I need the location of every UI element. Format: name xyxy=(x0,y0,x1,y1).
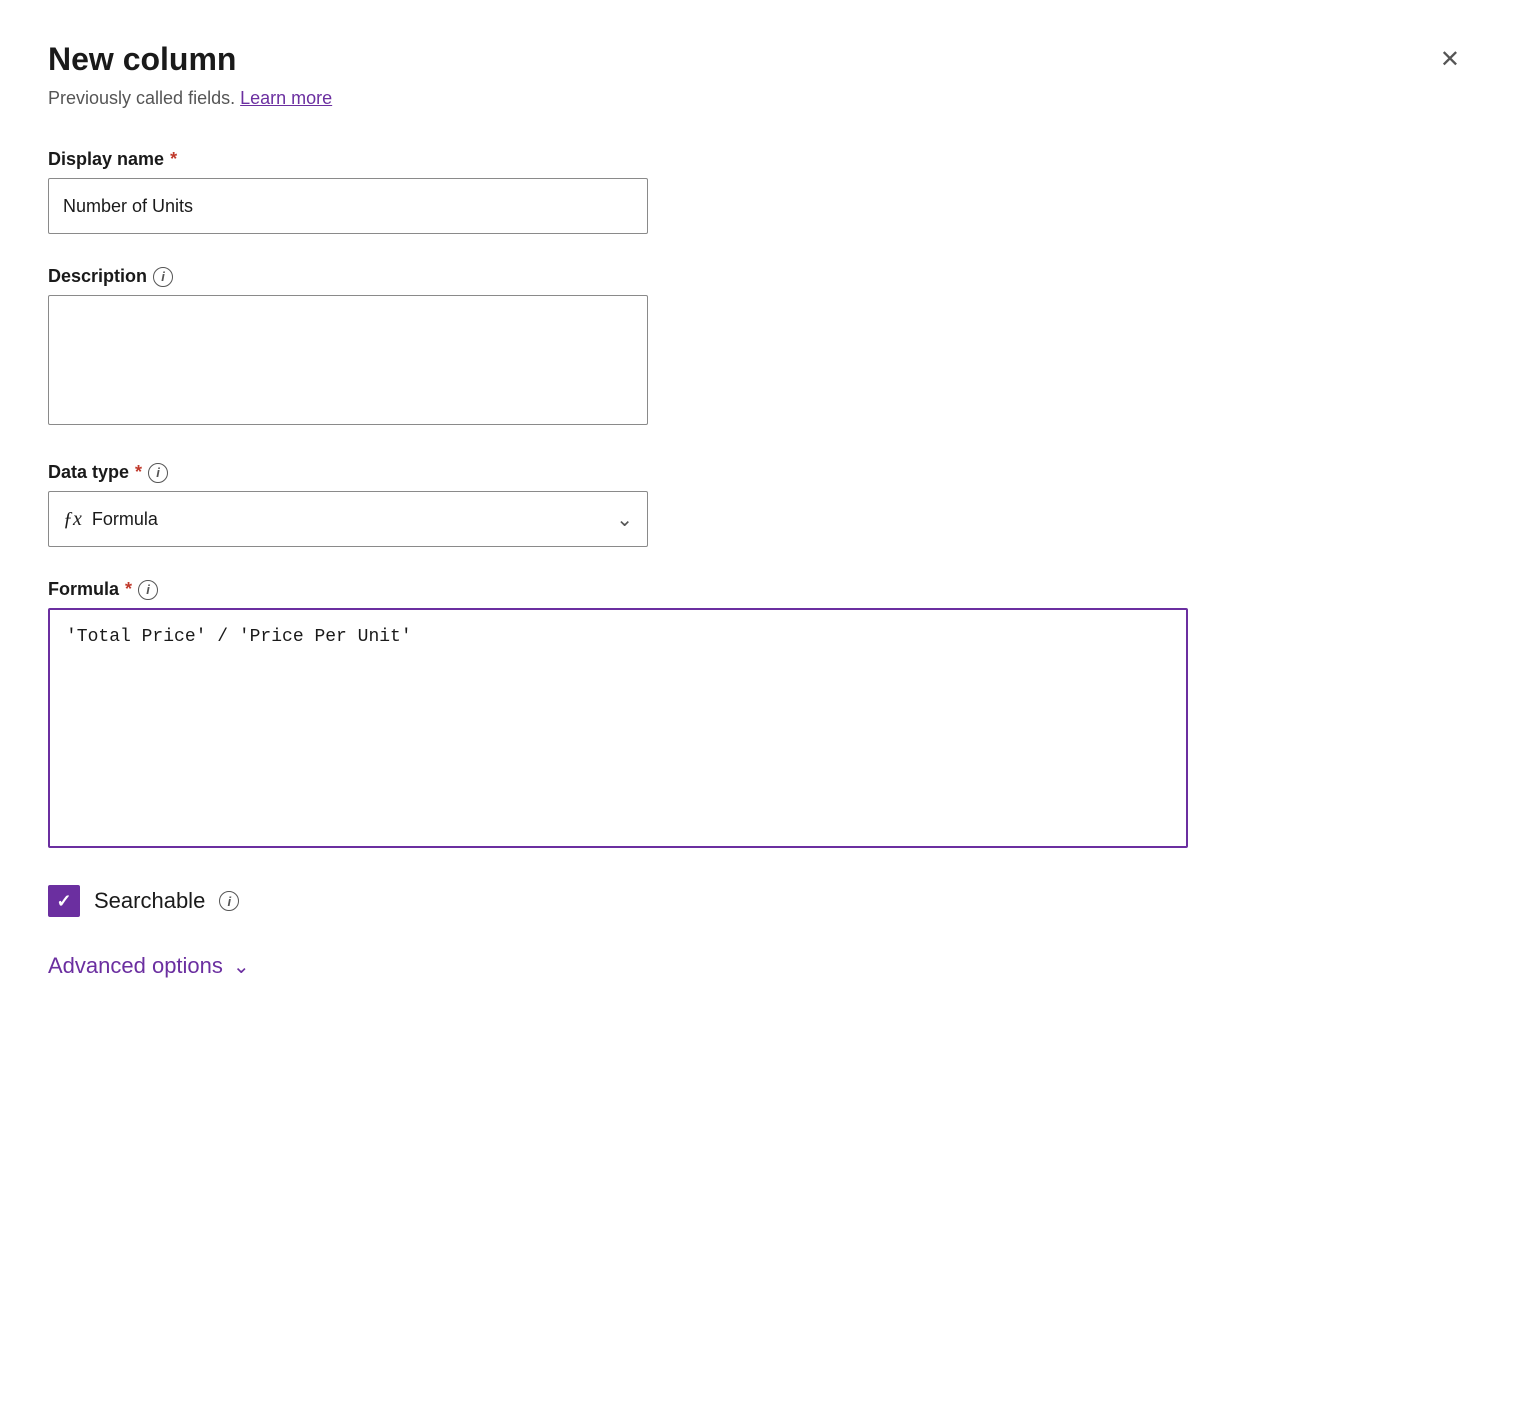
formula-info-icon: i xyxy=(138,580,158,600)
data-type-chevron-icon: ⌄ xyxy=(616,507,633,532)
formula-fx-icon: ƒx xyxy=(63,508,82,531)
data-type-field-group: Data type * i ƒx Formula ⌄ xyxy=(48,462,1468,547)
description-info-icon: i xyxy=(153,267,173,287)
description-field-group: Description i xyxy=(48,266,1468,430)
display-name-input[interactable] xyxy=(48,178,648,234)
searchable-row: ✓ Searchable i xyxy=(48,885,1468,917)
formula-input[interactable]: 'Total Price' / 'Price Per Unit' xyxy=(48,608,1188,848)
checkmark-icon: ✓ xyxy=(56,891,71,912)
advanced-options-label: Advanced options xyxy=(48,953,223,979)
description-input[interactable] xyxy=(48,295,648,425)
searchable-info-icon: i xyxy=(219,891,239,911)
searchable-checkbox[interactable]: ✓ xyxy=(48,885,80,917)
formula-required: * xyxy=(125,579,132,600)
advanced-options-chevron-icon: ⌄ xyxy=(233,954,250,979)
panel-header: New column ✕ xyxy=(48,40,1468,80)
panel-title: New column xyxy=(48,40,236,78)
panel-subtitle: Previously called fields. Learn more xyxy=(48,88,1468,109)
formula-field-group: Formula * i 'Total Price' / 'Price Per U… xyxy=(48,579,1468,853)
close-button[interactable]: ✕ xyxy=(1432,40,1468,80)
new-column-panel: New column ✕ Previously called fields. L… xyxy=(0,0,1516,1403)
close-icon: ✕ xyxy=(1440,48,1460,72)
advanced-options-row[interactable]: Advanced options ⌄ xyxy=(48,953,1468,979)
display-name-label: Display name * xyxy=(48,149,1468,170)
display-name-required: * xyxy=(170,149,177,170)
display-name-field-group: Display name * xyxy=(48,149,1468,234)
data-type-label: Data type * i xyxy=(48,462,1468,483)
formula-label: Formula * i xyxy=(48,579,1468,600)
description-label: Description i xyxy=(48,266,1468,287)
learn-more-link[interactable]: Learn more xyxy=(240,88,332,108)
data-type-info-icon: i xyxy=(148,463,168,483)
searchable-label: Searchable xyxy=(94,888,205,914)
data-type-required: * xyxy=(135,462,142,483)
data-type-select[interactable]: ƒx Formula ⌄ xyxy=(48,491,648,547)
data-type-selected-value: Formula xyxy=(92,509,616,530)
